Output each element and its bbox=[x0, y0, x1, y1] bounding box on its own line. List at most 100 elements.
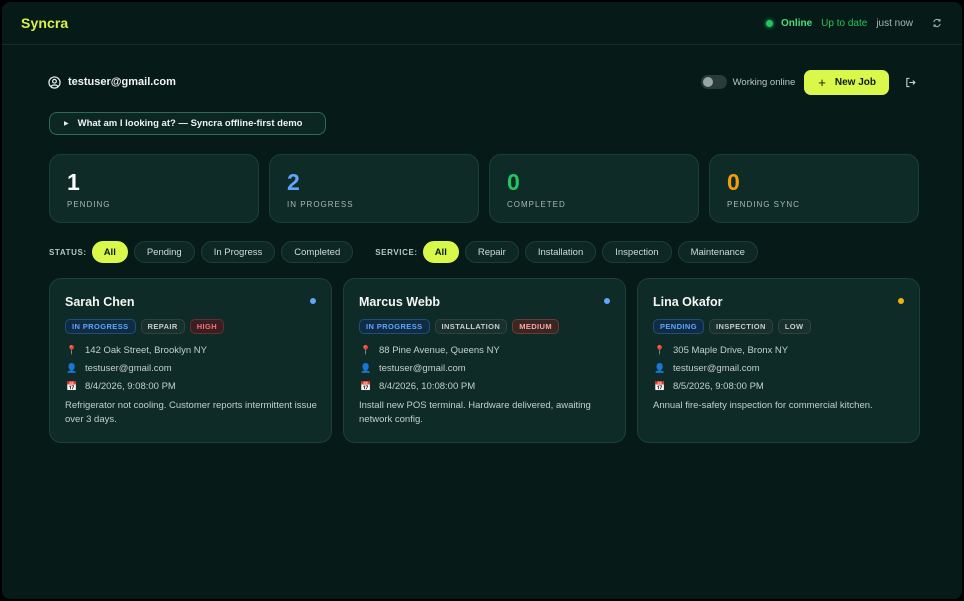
new-job-label: New Job bbox=[834, 76, 876, 88]
scheduled-row: 📅 8/4/2026, 10:08:00 PM bbox=[359, 377, 625, 395]
assignee-text: testuser@gmail.com bbox=[85, 362, 172, 374]
stat-value: 0 bbox=[507, 169, 520, 195]
service-badge: REPAIR bbox=[140, 319, 185, 334]
customer-name: Marcus Webb bbox=[359, 295, 441, 309]
person-icon: 👤 bbox=[360, 362, 372, 373]
service-badge: INSPECTION bbox=[708, 319, 773, 334]
refresh-icon[interactable] bbox=[932, 18, 942, 28]
demo-info-toggle[interactable]: ▶ What am I looking at? — Syncra offline… bbox=[49, 112, 326, 135]
stat-card-completed: 0 COMPLETED bbox=[489, 154, 699, 223]
new-job-button[interactable]: + New Job bbox=[804, 69, 889, 95]
status-dot-icon bbox=[604, 298, 610, 304]
job-badges: IN PROGRESS INSTALLATION MEDIUM bbox=[359, 319, 625, 334]
disclosure-triangle-icon: ▶ bbox=[64, 121, 69, 127]
job-info: 📍 305 Maple Drive, Bronx NY 👤 testuser@g… bbox=[653, 341, 919, 395]
stat-label: PENDING bbox=[67, 200, 111, 209]
sync-status: Online Up to date just now bbox=[766, 18, 942, 29]
assignee-text: testuser@gmail.com bbox=[379, 362, 466, 374]
demo-info-label: What am I looking at? — Syncra offline-f… bbox=[77, 118, 303, 129]
customer-name: Sarah Chen bbox=[65, 295, 135, 309]
assignee-row: 👤 testuser@gmail.com bbox=[65, 359, 331, 377]
status-filter-pending[interactable]: Pending bbox=[133, 241, 195, 263]
service-badge: INSTALLATION bbox=[434, 319, 508, 334]
service-filter-installation[interactable]: Installation bbox=[524, 241, 597, 263]
user-circle-icon bbox=[48, 75, 61, 89]
scheduled-row: 📅 8/5/2026, 9:08:00 PM bbox=[653, 377, 919, 395]
address-text: 142 Oak Street, Brooklyn NY bbox=[85, 344, 207, 356]
person-icon: 👤 bbox=[66, 362, 78, 373]
service-filter-repair[interactable]: Repair bbox=[464, 241, 519, 263]
top-bar: Syncra Online Up to date just now bbox=[2, 2, 962, 45]
assignee-row: 👤 testuser@gmail.com bbox=[653, 359, 919, 377]
status-badge: IN PROGRESS bbox=[359, 319, 430, 334]
service-filter-all[interactable]: All bbox=[422, 241, 459, 263]
sync-state: Up to date bbox=[821, 17, 868, 29]
status-filter-all[interactable]: All bbox=[91, 241, 128, 263]
header-controls: Working online + New Job bbox=[700, 69, 916, 95]
online-dot-icon bbox=[766, 19, 774, 27]
status-filter-completed[interactable]: Completed bbox=[281, 241, 354, 263]
stat-label: IN PROGRESS bbox=[287, 200, 354, 209]
status-dot-icon bbox=[310, 298, 316, 304]
job-description: Refrigerator not cooling. Customer repor… bbox=[65, 400, 317, 425]
filter-bar: STATUS: All Pending In Progress Complete… bbox=[49, 241, 764, 263]
service-filter-label: SERVICE: bbox=[375, 247, 418, 257]
priority-badge: HIGH bbox=[189, 319, 225, 334]
status-dot-icon bbox=[898, 298, 904, 304]
job-info: 📍 88 Pine Avenue, Queens NY 👤 testuser@g… bbox=[359, 341, 625, 395]
job-card[interactable]: Marcus Webb IN PROGRESS INSTALLATION MED… bbox=[343, 278, 626, 443]
stat-label: COMPLETED bbox=[507, 200, 566, 209]
job-card[interactable]: Lina Okafor PENDING INSPECTION LOW 📍 305… bbox=[637, 278, 920, 443]
scheduled-row: 📅 8/4/2026, 9:08:00 PM bbox=[65, 377, 331, 395]
priority-badge: MEDIUM bbox=[512, 319, 560, 334]
scheduled-text: 8/4/2026, 10:08:00 PM bbox=[379, 380, 476, 392]
calendar-icon: 📅 bbox=[654, 380, 666, 391]
online-label: Online bbox=[781, 17, 813, 29]
user-row: testuser@gmail.com Working online + New … bbox=[48, 69, 916, 95]
scheduled-text: 8/4/2026, 9:08:00 PM bbox=[85, 380, 176, 392]
job-info: 📍 142 Oak Street, Brooklyn NY 👤 testuser… bbox=[65, 341, 331, 395]
calendar-icon: 📅 bbox=[66, 380, 78, 391]
status-filter-in-progress[interactable]: In Progress bbox=[200, 241, 276, 263]
job-badges: PENDING INSPECTION LOW bbox=[653, 319, 919, 334]
last-sync-time: just now bbox=[876, 17, 913, 29]
service-filter-inspection[interactable]: Inspection bbox=[602, 241, 672, 263]
user-email: testuser@gmail.com bbox=[68, 76, 176, 88]
pin-icon: 📍 bbox=[654, 344, 666, 355]
stat-value: 0 bbox=[727, 169, 740, 195]
address-text: 88 Pine Avenue, Queens NY bbox=[379, 344, 500, 356]
job-description: Install new POS terminal. Hardware deliv… bbox=[359, 400, 591, 425]
user-info: testuser@gmail.com bbox=[48, 75, 176, 89]
app-window: Syncra Online Up to date just now testus… bbox=[2, 2, 962, 599]
job-badges: IN PROGRESS REPAIR HIGH bbox=[65, 319, 331, 334]
assignee-text: testuser@gmail.com bbox=[673, 362, 760, 374]
customer-name: Lina Okafor bbox=[653, 295, 723, 309]
stat-value: 2 bbox=[287, 169, 300, 195]
status-badge: PENDING bbox=[653, 319, 704, 334]
scheduled-text: 8/5/2026, 9:08:00 PM bbox=[673, 380, 764, 392]
toggle-knob bbox=[702, 77, 713, 87]
job-card[interactable]: Sarah Chen IN PROGRESS REPAIR HIGH 📍 142… bbox=[49, 278, 332, 443]
person-icon: 👤 bbox=[654, 362, 666, 373]
online-toggle[interactable] bbox=[700, 75, 727, 89]
service-filter-maintenance[interactable]: Maintenance bbox=[677, 241, 758, 263]
calendar-icon: 📅 bbox=[360, 380, 372, 391]
mode-label: Working online bbox=[732, 76, 796, 88]
pin-icon: 📍 bbox=[360, 344, 372, 355]
stat-card-pending-sync: 0 PENDING SYNC bbox=[709, 154, 919, 223]
address-text: 305 Maple Drive, Bronx NY bbox=[673, 344, 789, 356]
pin-icon: 📍 bbox=[66, 344, 78, 355]
logout-icon[interactable] bbox=[905, 77, 916, 88]
stat-card-pending: 1 PENDING bbox=[49, 154, 259, 223]
app-logo: Syncra bbox=[21, 15, 69, 31]
address-row: 📍 88 Pine Avenue, Queens NY bbox=[359, 341, 625, 359]
stat-label: PENDING SYNC bbox=[727, 200, 800, 209]
stat-card-in-progress: 2 IN PROGRESS bbox=[269, 154, 479, 223]
job-description: Annual fire-safety inspection for commer… bbox=[653, 400, 873, 411]
status-filter-label: STATUS: bbox=[49, 247, 87, 257]
priority-badge: LOW bbox=[777, 319, 811, 334]
stats-row: 1 PENDING 2 IN PROGRESS 0 COMPLETED 0 PE… bbox=[49, 154, 919, 223]
job-cards: Sarah Chen IN PROGRESS REPAIR HIGH 📍 142… bbox=[49, 278, 920, 443]
assignee-row: 👤 testuser@gmail.com bbox=[359, 359, 625, 377]
address-row: 📍 142 Oak Street, Brooklyn NY bbox=[65, 341, 331, 359]
